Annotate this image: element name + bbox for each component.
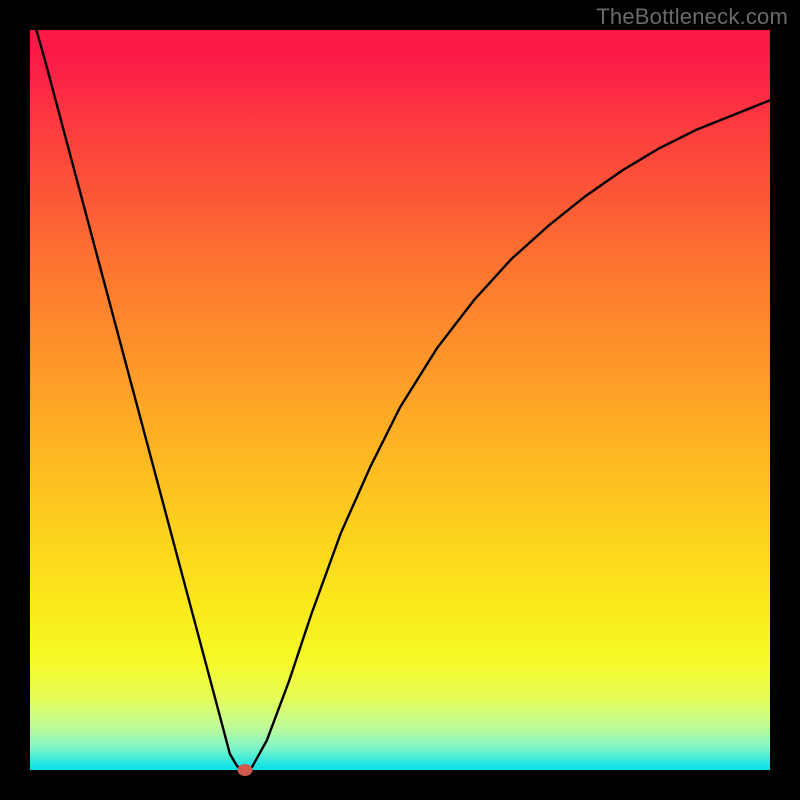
- chart-container: TheBottleneck.com: [0, 0, 800, 800]
- plot-area: [30, 30, 770, 770]
- curve-layer: [30, 30, 770, 770]
- watermark-text: TheBottleneck.com: [596, 4, 788, 30]
- optimum-marker: [237, 764, 252, 776]
- bottleneck-curve: [30, 30, 770, 770]
